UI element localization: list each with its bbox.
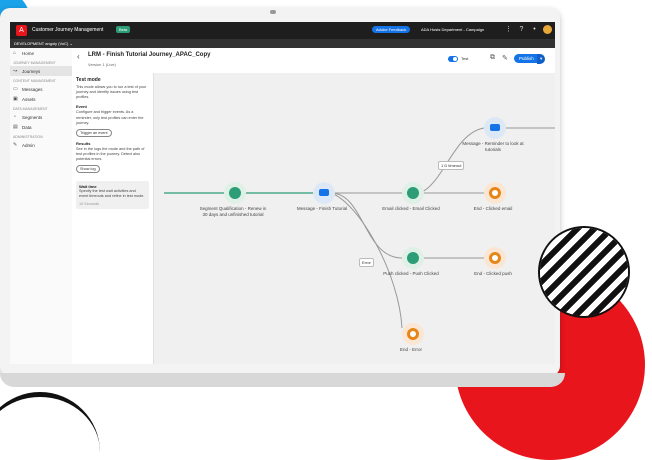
assets-icon: ▣ bbox=[13, 96, 18, 102]
wait-time-stepper[interactable]: 10 bbox=[79, 202, 83, 206]
end-error-label: End - Error bbox=[399, 347, 422, 352]
laptop-base bbox=[0, 373, 565, 387]
show-log-button[interactable]: Show log bbox=[76, 165, 100, 174]
wait-time-unit[interactable]: Seconds bbox=[84, 202, 99, 206]
test-mode-description: This mode allows you to run a test of yo… bbox=[76, 85, 147, 100]
segments-icon: ◔ bbox=[13, 114, 17, 120]
journey-version: Version 1 (Live) bbox=[88, 62, 116, 67]
decorative-black-arc bbox=[0, 392, 100, 457]
end-error-node[interactable] bbox=[402, 323, 424, 345]
sidebar-item-messages[interactable]: ▭ Messages bbox=[10, 84, 72, 94]
test-toggle-label: Test bbox=[461, 56, 469, 61]
back-arrow-icon[interactable]: ‹ bbox=[77, 52, 80, 61]
wait-time-description: Specify the test wait activities and eve… bbox=[79, 189, 145, 199]
adobe-logo-icon[interactable]: A bbox=[16, 25, 27, 36]
camera-icon bbox=[270, 10, 276, 14]
email-clicked-label: Email clicked - Email Clicked bbox=[382, 206, 440, 211]
wrench-icon: ✎ bbox=[13, 142, 18, 148]
feedback-button[interactable]: Adobe Feedback bbox=[372, 26, 411, 33]
message-finish-tutorial-label: Message - Finish Tutorial bbox=[296, 206, 348, 211]
message-reminder-node[interactable] bbox=[484, 117, 506, 139]
end-clicked-email-label: End - Clicked email bbox=[473, 206, 513, 211]
help-icon[interactable]: ? bbox=[517, 25, 526, 34]
email-clicked-node[interactable] bbox=[402, 182, 424, 204]
page-title: LRM - Finish Tutorial Journey_APAC_Copy bbox=[88, 52, 211, 58]
apps-icon[interactable]: ⋮ bbox=[504, 25, 513, 34]
segment-qualification-node[interactable] bbox=[224, 182, 246, 204]
error-edge-label: Error bbox=[359, 258, 374, 267]
sidebar-section-content: CONTENT MANAGEMENT bbox=[13, 79, 56, 83]
connector-push bbox=[330, 192, 403, 259]
org-switcher[interactable]: ADA Hosts Department - Campaign bbox=[421, 27, 484, 32]
sidebar: ⌂ Home JOURNEY MANAGEMENT ↝ Journeys CONTE… bbox=[10, 48, 73, 364]
results-heading: Results bbox=[76, 140, 91, 146]
test-mode-panel: Test mode This mode allows you to run a … bbox=[72, 73, 154, 364]
push-clicked-label: Push clicked - Push Clicked bbox=[383, 271, 439, 276]
event-description: Configure and trigger events. As a remin… bbox=[76, 110, 144, 125]
beta-badge: Beta bbox=[116, 26, 131, 33]
sidebar-section-journey: JOURNEY MANAGEMENT bbox=[13, 61, 56, 65]
test-mode-title: Test mode bbox=[76, 77, 101, 83]
publish-button[interactable]: Publish bbox=[514, 54, 539, 63]
wait-time-box: Wait time Specify the test wait activiti… bbox=[76, 181, 149, 210]
event-heading: Event bbox=[76, 104, 87, 110]
sidebar-item-journeys[interactable]: ↝ Journeys bbox=[10, 66, 72, 76]
end-clicked-push-node[interactable] bbox=[484, 247, 506, 269]
journey-header: ‹ LRM - Finish Tutorial Journey_APAC_Cop… bbox=[72, 48, 555, 74]
app-screen: A Customer Journey Management Beta Adobe… bbox=[10, 22, 555, 364]
sidebar-item-admin[interactable]: ✎ Admin bbox=[10, 140, 72, 150]
test-mode-toggle[interactable] bbox=[448, 56, 458, 62]
top-bar: A Customer Journey Management Beta Adobe… bbox=[10, 22, 555, 39]
bell-icon[interactable]: • bbox=[530, 25, 539, 34]
segment-qualification-label: Segment Qualification - Renew in 30 days… bbox=[199, 206, 267, 217]
home-icon: ⌂ bbox=[13, 50, 17, 56]
sidebar-item-data[interactable]: ▤ Data bbox=[10, 122, 72, 132]
edit-icon[interactable]: ✎ bbox=[502, 54, 508, 62]
sidebar-section-data: DATA MANAGEMENT bbox=[13, 107, 48, 111]
duplicate-icon[interactable]: ⧉ bbox=[490, 54, 495, 62]
sidebar-item-segments[interactable]: ◔ Segments bbox=[10, 112, 72, 122]
laptop-frame: A Customer Journey Management Beta Adobe… bbox=[0, 8, 560, 376]
sandbox-switcher[interactable]: DEVELOPMENT angoly (VoC) ⌄ bbox=[10, 39, 555, 48]
timeout-edge-label: 1 D timeout bbox=[438, 161, 465, 170]
avatar[interactable] bbox=[543, 25, 552, 34]
message-finish-tutorial-node[interactable] bbox=[313, 182, 335, 204]
end-clicked-email-node[interactable] bbox=[484, 182, 506, 204]
trigger-event-button[interactable]: Trigger an event bbox=[76, 128, 112, 137]
journey-canvas[interactable]: Segment Qualification - Renew in 30 days… bbox=[154, 73, 555, 364]
sidebar-item-assets[interactable]: ▣ Assets bbox=[10, 94, 72, 104]
publish-menu-chevron-icon[interactable]: ▾ bbox=[537, 54, 546, 64]
sidebar-section-admin: ADMINISTRATION bbox=[13, 135, 43, 139]
end-clicked-push-label: End - Clicked push bbox=[474, 271, 512, 276]
message-reminder-label: Message - Reminder to look at tutorials bbox=[462, 141, 524, 152]
results-description: See in the logs the mode and the path of… bbox=[76, 146, 145, 161]
data-icon: ▤ bbox=[13, 124, 18, 130]
app-name: Customer Journey Management bbox=[32, 27, 104, 33]
message-icon: ▭ bbox=[13, 86, 18, 92]
journey-icon: ↝ bbox=[13, 68, 18, 74]
sidebar-item-home[interactable]: ⌂ Home bbox=[10, 48, 72, 58]
decorative-striped-sphere bbox=[540, 228, 628, 316]
push-clicked-node[interactable] bbox=[402, 247, 424, 269]
